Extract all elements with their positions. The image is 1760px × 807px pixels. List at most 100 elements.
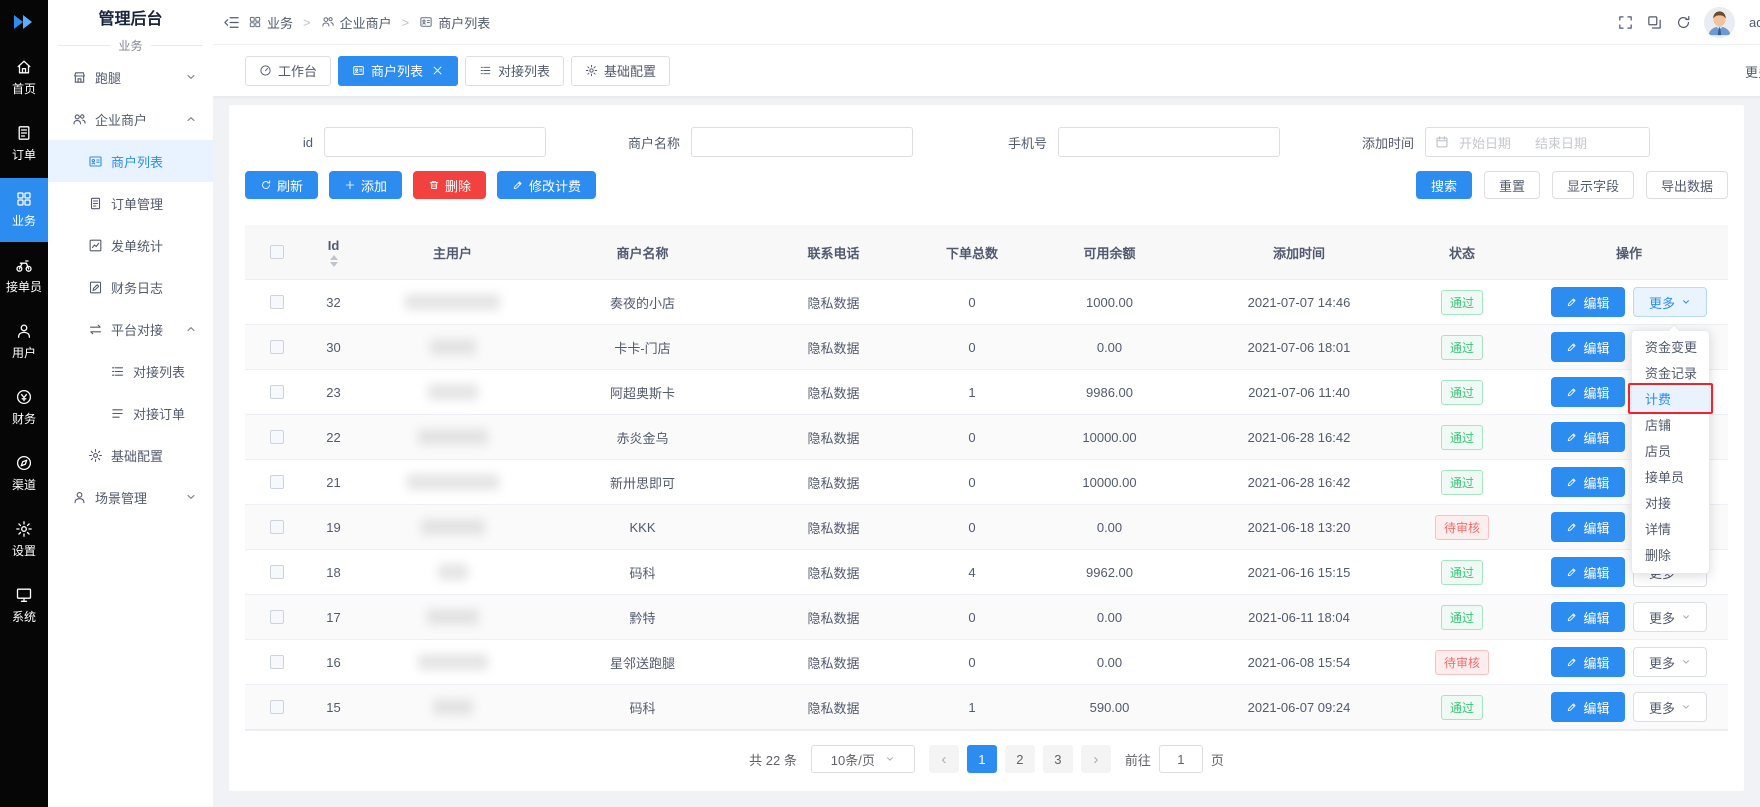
more-button[interactable]: 更多 bbox=[1633, 602, 1707, 632]
reset-button[interactable]: 重置 bbox=[1484, 171, 1540, 199]
edit-button[interactable]: 编辑 bbox=[1551, 467, 1625, 497]
page-button-1[interactable]: 1 bbox=[967, 745, 997, 773]
menu-item-list-7[interactable]: 对接列表 bbox=[48, 350, 213, 392]
cell-status: 通过 bbox=[1394, 370, 1530, 414]
prev-page-button[interactable]: ‹ bbox=[929, 745, 959, 773]
row-checkbox[interactable] bbox=[270, 565, 284, 579]
date-range-input[interactable]: 开始日期 结束日期 bbox=[1425, 127, 1650, 157]
row-checkbox[interactable] bbox=[270, 655, 284, 669]
breadcrumb-item-people[interactable]: 企业商户 bbox=[321, 13, 392, 32]
next-page-button[interactable]: › bbox=[1081, 745, 1111, 773]
modify-billing-button[interactable]: 修改计费 bbox=[497, 171, 596, 199]
page-button-2[interactable]: 2 bbox=[1005, 745, 1035, 773]
show-fields-button[interactable]: 显示字段 bbox=[1552, 171, 1634, 199]
edit-button[interactable]: 编辑 bbox=[1551, 332, 1625, 362]
rail-item-user[interactable]: 用户 bbox=[0, 310, 48, 374]
add-button[interactable]: 添加 bbox=[329, 171, 402, 199]
menu-item-shop-0[interactable]: 跑腿 bbox=[48, 56, 213, 98]
menu-item-label: 发单统计 bbox=[111, 236, 163, 255]
refresh-button[interactable]: 刷新 bbox=[245, 171, 318, 199]
edit-button[interactable]: 编辑 bbox=[1551, 692, 1625, 722]
dropdown-item-计费[interactable]: 计费 bbox=[1632, 387, 1709, 413]
fullscreen-icon[interactable] bbox=[1617, 14, 1634, 31]
row-checkbox[interactable] bbox=[270, 340, 284, 354]
tab-dashboard[interactable]: 工作台 bbox=[245, 56, 331, 86]
menu-item-people-1[interactable]: 企业商户 bbox=[48, 98, 213, 140]
app-logo-icon[interactable] bbox=[0, 0, 48, 44]
edit-button[interactable]: 编辑 bbox=[1551, 377, 1625, 407]
plus-icon bbox=[344, 179, 356, 191]
more-button[interactable]: 更多 bbox=[1633, 287, 1707, 317]
sort-icons[interactable] bbox=[330, 255, 338, 267]
more-button[interactable]: 更多 bbox=[1633, 692, 1707, 722]
page-button-3[interactable]: 3 bbox=[1043, 745, 1073, 773]
rail-item-gear[interactable]: 设置 bbox=[0, 508, 48, 572]
breadcrumb-item-card[interactable]: 商户列表 bbox=[419, 13, 490, 32]
row-checkbox[interactable] bbox=[270, 700, 284, 714]
cell-balance-text: 590.00 bbox=[1090, 700, 1130, 715]
menu-item-gear-9[interactable]: 基础配置 bbox=[48, 434, 213, 476]
bike-icon bbox=[15, 256, 33, 274]
goto-page-input[interactable] bbox=[1159, 745, 1203, 773]
pencil-icon bbox=[1566, 341, 1578, 353]
menu-item-chart-4[interactable]: 发单统计 bbox=[48, 224, 213, 266]
rail-item-coin[interactable]: 财务 bbox=[0, 376, 48, 440]
dropdown-item-对接[interactable]: 对接 bbox=[1632, 491, 1709, 517]
row-checkbox[interactable] bbox=[270, 385, 284, 399]
select-all-checkbox[interactable] bbox=[270, 245, 284, 259]
id-filter-input[interactable] bbox=[324, 127, 546, 157]
delete-button[interactable]: 删除 bbox=[413, 171, 486, 199]
rail-item-monitor[interactable]: 系统 bbox=[0, 574, 48, 638]
dropdown-item-删除[interactable]: 删除 bbox=[1632, 543, 1709, 569]
page-unit-label: 页 bbox=[1211, 750, 1224, 769]
row-checkbox[interactable] bbox=[270, 475, 284, 489]
monitor-icon bbox=[15, 586, 33, 604]
cell-merchant-name: KKK bbox=[547, 505, 738, 549]
breadcrumb-item-grid[interactable]: 业务 bbox=[248, 13, 293, 32]
edit-button[interactable]: 编辑 bbox=[1551, 647, 1625, 677]
menu-item-swap-6[interactable]: 平台对接 bbox=[48, 308, 213, 350]
refresh-page-icon[interactable] bbox=[1675, 14, 1692, 31]
phone-filter-input[interactable] bbox=[1058, 127, 1280, 157]
menu-item-lines-8[interactable]: 对接订单 bbox=[48, 392, 213, 434]
merchant-name-filter-input[interactable] bbox=[691, 127, 913, 157]
edit-button[interactable]: 编辑 bbox=[1551, 557, 1625, 587]
collapse-sidebar-icon[interactable] bbox=[223, 14, 240, 31]
rail-item-doc[interactable]: 订单 bbox=[0, 112, 48, 176]
row-checkbox[interactable] bbox=[270, 520, 284, 534]
row-checkbox[interactable] bbox=[270, 295, 284, 309]
search-button[interactable]: 搜索 bbox=[1416, 171, 1472, 199]
tabs-more-button[interactable]: 更多 bbox=[1745, 45, 1760, 97]
username[interactable]: admin bbox=[1749, 15, 1760, 30]
page-size-select[interactable]: 10条/页 bbox=[811, 745, 915, 773]
theme-icon[interactable] bbox=[1646, 14, 1663, 31]
cell-balance-text: 0.00 bbox=[1097, 610, 1122, 625]
dropdown-item-店铺[interactable]: 店铺 bbox=[1632, 413, 1709, 439]
row-checkbox[interactable] bbox=[270, 610, 284, 624]
edit-button[interactable]: 编辑 bbox=[1551, 287, 1625, 317]
dropdown-item-详情[interactable]: 详情 bbox=[1632, 517, 1709, 543]
rail-item-grid[interactable]: 业务 bbox=[0, 178, 48, 242]
pagination: 共 22 条 10条/页 ‹ 123› 前往 页 bbox=[245, 745, 1728, 773]
dropdown-item-店员[interactable]: 店员 bbox=[1632, 439, 1709, 465]
menu-item-card-2[interactable]: 商户列表 bbox=[48, 140, 213, 182]
avatar[interactable] bbox=[1704, 7, 1735, 38]
menu-item-editdoc-5[interactable]: 财务日志 bbox=[48, 266, 213, 308]
edit-button[interactable]: 编辑 bbox=[1551, 512, 1625, 542]
dropdown-item-资金变更[interactable]: 资金变更 bbox=[1632, 335, 1709, 361]
tab-list[interactable]: 对接列表 bbox=[465, 56, 564, 86]
menu-item-user-10[interactable]: 场景管理 bbox=[48, 476, 213, 518]
rail-item-compass[interactable]: 渠道 bbox=[0, 442, 48, 506]
edit-button[interactable]: 编辑 bbox=[1551, 602, 1625, 632]
menu-item-doc-3[interactable]: 订单管理 bbox=[48, 182, 213, 224]
row-checkbox[interactable] bbox=[270, 430, 284, 444]
rail-item-bike[interactable]: 接单员 bbox=[0, 244, 48, 308]
more-button[interactable]: 更多 bbox=[1633, 647, 1707, 677]
dropdown-item-资金记录[interactable]: 资金记录 bbox=[1632, 361, 1709, 387]
export-data-button[interactable]: 导出数据 bbox=[1646, 171, 1728, 199]
tab-card[interactable]: 商户列表 bbox=[338, 56, 458, 86]
edit-button[interactable]: 编辑 bbox=[1551, 422, 1625, 452]
dropdown-item-接单员[interactable]: 接单员 bbox=[1632, 465, 1709, 491]
tab-gear[interactable]: 基础配置 bbox=[571, 56, 670, 86]
rail-item-home[interactable]: 首页 bbox=[0, 46, 48, 110]
